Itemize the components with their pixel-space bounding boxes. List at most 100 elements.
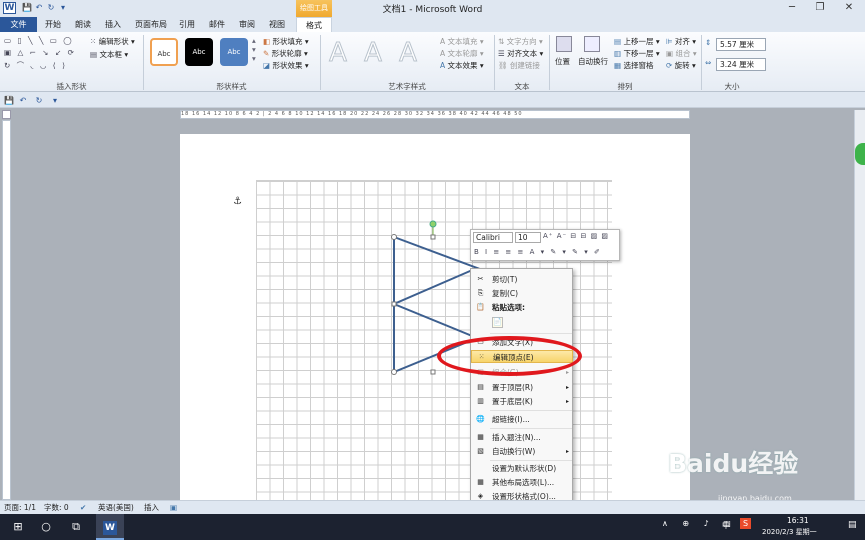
shape-effects-button[interactable]: ◪ 形状效果 ▾ <box>263 60 309 71</box>
task-view-icon[interactable]: ⧉ <box>62 514 90 540</box>
text-outline-button[interactable]: A 文本轮廓 ▾ <box>440 48 484 59</box>
gallery-scroll-icon[interactable]: ▴ ▾ ▾ <box>252 36 256 63</box>
qa-save-icon[interactable]: 💾 <box>4 95 14 106</box>
create-link-button[interactable]: ⛓ 创建链接 <box>498 60 540 71</box>
group-label-arrange: 排列 <box>617 82 633 91</box>
clock-date[interactable]: 2020/2/3 星期一 <box>762 527 817 537</box>
position-button[interactable]: 位置 <box>555 56 570 67</box>
macro-icon[interactable]: ▣ <box>170 501 177 514</box>
tab-file[interactable]: 文件 <box>0 17 37 32</box>
tab-home[interactable]: 开始 <box>39 17 67 32</box>
horizontal-ruler[interactable]: 18 16 14 12 10 8 6 4 2 | 2 4 6 8 10 12 1… <box>180 110 690 119</box>
menu-item-more-layout[interactable]: ▦ 其他布局选项(L)... <box>471 476 573 489</box>
mini-toolbar: Calibri 10 A⁺ A⁻ ⊟ ⊟ ▨ ▨ B I ≡ ≡ ≡ A ▾ ✎… <box>470 229 620 261</box>
start-icon[interactable]: ⊞ <box>4 514 32 540</box>
sogou-icon[interactable]: S <box>740 518 751 529</box>
menu-item-label: 设置为默认形状(D) <box>492 464 557 473</box>
text-box-button[interactable]: ▤ 文本框 ▾ <box>90 49 128 60</box>
qa-customize-icon[interactable]: ▾ <box>50 95 60 106</box>
selection-pane-button[interactable]: ▦ 选择窗格 <box>614 60 653 71</box>
shape-width-input[interactable]: 3.24 厘米 <box>716 58 766 71</box>
menu-item-insert-caption[interactable]: ▦ 插入题注(N)... <box>471 431 573 444</box>
tab-format[interactable]: 格式 <box>296 17 332 32</box>
status-insert-mode[interactable]: 插入 <box>144 501 159 514</box>
resize-handle[interactable] <box>391 301 397 307</box>
shape-style-swatch-black[interactable]: Abc <box>185 38 213 66</box>
menu-item-wrap-text[interactable]: ▧ 自动换行(W) ▸ <box>471 445 573 458</box>
shapes-gallery-row2[interactable]: ▣ △ ⌐ ↘ ↙ ⟳ <box>4 48 76 57</box>
vertical-ruler[interactable] <box>2 120 11 500</box>
mini-toolbar-row2-icons[interactable]: B I ≡ ≡ ≡ A ▾ ✎ ▾ ✎ ▾ ✐ <box>474 248 602 256</box>
clock-time[interactable]: 16:31 <box>787 516 809 525</box>
send-backward-button[interactable]: ▥ 下移一层 ▾ <box>614 48 660 59</box>
font-size-box[interactable]: 10 <box>515 232 541 243</box>
shape-outline-label: 形状轮廓 ▾ <box>271 49 308 58</box>
search-icon[interactable]: ○ <box>32 514 60 540</box>
shape-height-input[interactable]: 5.57 厘米 <box>716 38 766 51</box>
group-button[interactable]: ▣ 组合 ▾ <box>666 48 697 59</box>
close-button[interactable]: ✕ <box>835 0 863 17</box>
status-language[interactable]: 英语(美国) <box>98 501 134 514</box>
shape-style-swatch-blue[interactable]: Abc <box>220 38 248 66</box>
text-effects-button[interactable]: A 文本效果 ▾ <box>440 60 484 71</box>
shape-fill-button[interactable]: ◧ 形状填充 ▾ <box>263 36 309 47</box>
send-to-back-icon: ▥ <box>477 397 484 405</box>
menu-item-copy[interactable]: ⎘ 复制(C) <box>471 287 573 300</box>
vertical-scrollbar[interactable] <box>854 110 865 500</box>
tab-insert[interactable]: 插入 <box>99 17 127 32</box>
menu-item-hyperlink[interactable]: 🌐 超链接(I)... <box>471 413 573 426</box>
selection-pane-label: 选择窗格 <box>623 61 654 70</box>
notification-icon[interactable]: ▤ <box>848 520 857 530</box>
align-button[interactable]: ⊫ 对齐 ▾ <box>666 36 696 47</box>
shapes-gallery-row1[interactable]: ▭ ▯ ╲ ╲ ▭ ◯ <box>4 36 74 45</box>
wrap-text-button[interactable]: 自动换行 <box>578 56 608 67</box>
status-word-count[interactable]: 字数: 0 <box>44 501 69 514</box>
menu-item-bring-to-front[interactable]: ▤ 置于顶层(R) ▸ <box>471 381 573 394</box>
align-text-button[interactable]: ☰ 对齐文本 ▾ <box>498 48 543 59</box>
bring-forward-button[interactable]: ▤ 上移一层 ▾ <box>614 36 660 47</box>
status-page[interactable]: 页面: 1/1 <box>4 501 36 514</box>
resize-handle[interactable] <box>391 369 397 375</box>
resize-handle[interactable] <box>391 234 397 240</box>
tab-references[interactable]: 引用 <box>173 17 201 32</box>
menu-item-set-default-shape[interactable]: 设置为默认形状(D) <box>471 462 573 475</box>
word-taskbar-icon[interactable]: W <box>96 514 124 540</box>
maximize-button[interactable]: ❐ <box>806 0 834 17</box>
shapes-gallery-row3[interactable]: ↻ ⌒ ◟ ◡ ⟨ ⟩ <box>4 60 67 71</box>
menu-item-send-to-back[interactable]: ▥ 置于底层(K) ▸ <box>471 395 573 408</box>
paste-icon: 📋 <box>476 303 485 311</box>
resize-handle[interactable] <box>430 369 436 375</box>
ruler-toggle-icon[interactable] <box>2 110 11 119</box>
wordart-style-3[interactable]: A <box>395 38 421 69</box>
tab-view[interactable]: 视图 <box>263 17 291 32</box>
tab-review[interactable]: 审阅 <box>233 17 261 32</box>
text-direction-button[interactable]: ⇅ 文字方向 ▾ <box>498 36 543 47</box>
shape-outline-button[interactable]: ✎ 形状轮廓 ▾ <box>263 48 308 59</box>
mini-toolbar-row1-icons[interactable]: A⁺ A⁻ ⊟ ⊟ ▨ ▨ <box>543 232 609 240</box>
font-name-box[interactable]: Calibri <box>473 232 513 243</box>
rotate-icon: ⟳ <box>666 61 675 70</box>
highlight-ellipse <box>437 336 582 376</box>
side-assistant-icon[interactable] <box>855 143 865 165</box>
minimize-button[interactable]: ─ <box>778 0 806 17</box>
tab-page-layout[interactable]: 页面布局 <box>129 17 173 32</box>
ime-indicator[interactable]: 中 <box>722 520 730 531</box>
wordart-style-2[interactable]: A <box>360 38 386 69</box>
status-bar: 页面: 1/1 字数: 0 ✔ 英语(美国) 插入 ▣ <box>0 500 865 514</box>
edit-shape-button[interactable]: ⁙ 编辑形状 ▾ <box>90 36 135 47</box>
tab-mailings[interactable]: 邮件 <box>203 17 231 32</box>
qa-redo-icon[interactable]: ↻ <box>34 95 44 106</box>
proofing-icon[interactable]: ✔ <box>80 501 86 514</box>
shape-style-swatch-orange[interactable]: Abc <box>150 38 178 66</box>
resize-handle[interactable] <box>430 234 436 240</box>
rotate-button[interactable]: ⟳ 旋转 ▾ <box>666 60 696 71</box>
menu-item-cut[interactable]: ✂ 剪切(T) <box>471 273 573 286</box>
baidu-watermark: Baidu经验 <box>668 449 799 478</box>
rotation-handle[interactable] <box>429 220 437 228</box>
text-fill-button[interactable]: A 文本填充 ▾ <box>440 36 484 47</box>
tab-read-aloud[interactable]: 朗读 <box>69 17 97 32</box>
menu-item-paste-keep[interactable]: 📄 <box>471 316 573 329</box>
copy-icon: ⎘ <box>477 289 484 297</box>
wordart-style-1[interactable]: A <box>325 38 351 69</box>
qa-undo-icon[interactable]: ↶ <box>18 95 28 106</box>
